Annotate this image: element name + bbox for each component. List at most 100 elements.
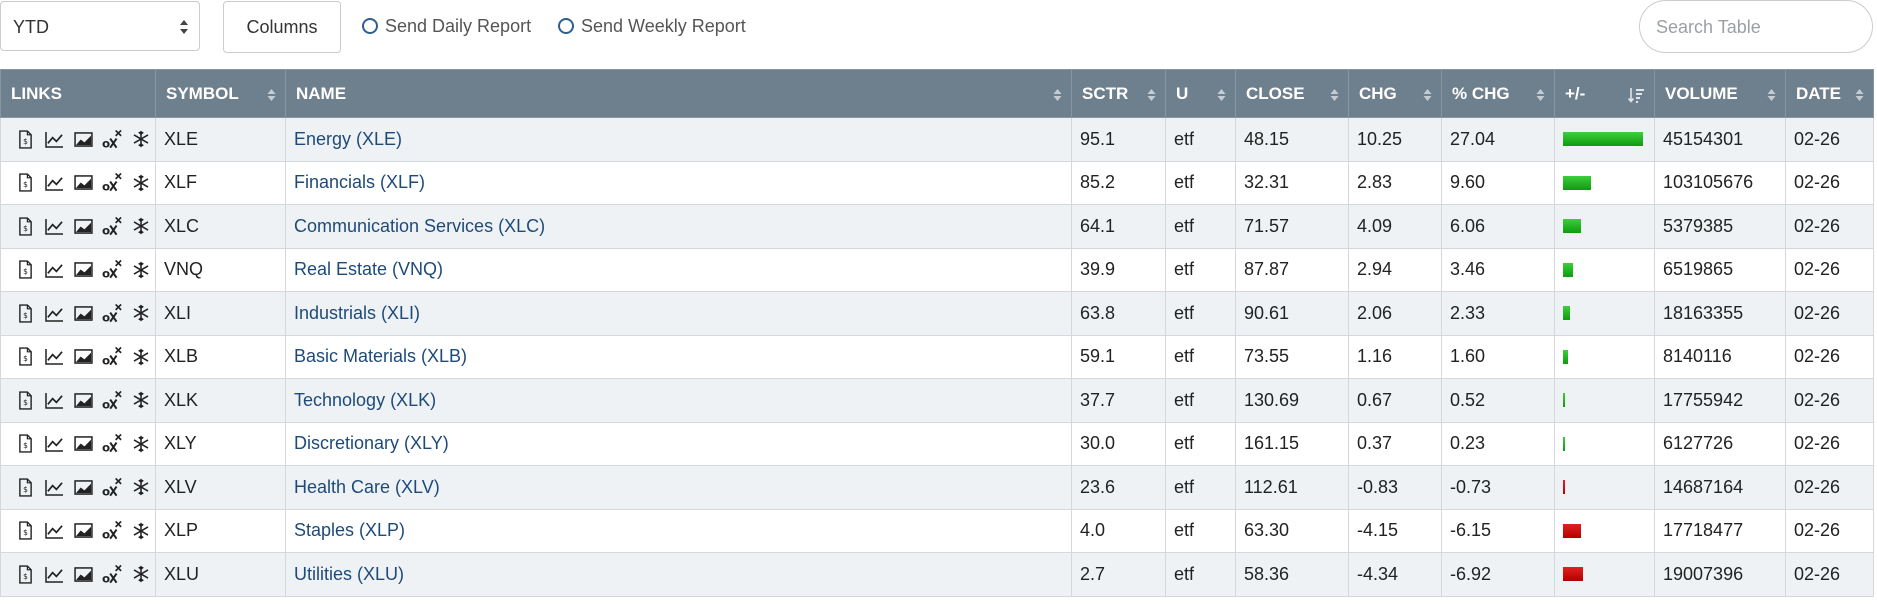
image-chart-icon[interactable]: [73, 302, 93, 324]
column-header-u[interactable]: U: [1165, 69, 1236, 118]
line-chart-icon[interactable]: [44, 215, 64, 237]
send-weekly-report-option[interactable]: Send Weekly Report: [558, 13, 746, 39]
line-chart-icon[interactable]: [44, 346, 64, 368]
table-row[interactable]: $ o XLP Staples (XLP) 4.0 etf 63.30 -4.15 -6.15 1…: [0, 508, 1874, 553]
seasonality-icon[interactable]: [131, 172, 151, 194]
line-chart-icon[interactable]: [44, 259, 64, 281]
option-chain-icon[interactable]: o: [102, 563, 122, 585]
seasonality-icon[interactable]: [131, 563, 151, 585]
seasonality-icon[interactable]: [131, 215, 151, 237]
line-chart-icon[interactable]: [44, 476, 64, 498]
table-row[interactable]: $ o VNQ Real Estate (VNQ) 39.9 etf 87.87 2.94 3.…: [0, 247, 1874, 292]
seasonality-icon[interactable]: [131, 476, 151, 498]
search-table-input[interactable]: [1654, 11, 1858, 43]
document-icon[interactable]: $: [15, 520, 35, 542]
sector-name-link[interactable]: Financials (XLF): [294, 172, 425, 192]
line-chart-icon[interactable]: [44, 302, 64, 324]
period-select[interactable]: YTD: [0, 1, 200, 51]
option-chain-icon[interactable]: o: [102, 215, 122, 237]
document-icon[interactable]: $: [15, 346, 35, 368]
sector-name-link[interactable]: Real Estate (VNQ): [294, 259, 443, 279]
option-chain-icon[interactable]: o: [102, 476, 122, 498]
table-row[interactable]: $ o XLB Basic Materials (XLB) 59.1 etf 73.55 1.…: [0, 334, 1874, 379]
columns-button[interactable]: Columns: [223, 1, 341, 53]
seasonality-icon[interactable]: [131, 433, 151, 455]
sector-name-link[interactable]: Discretionary (XLY): [294, 433, 449, 453]
sort-arrows-icon[interactable]: [1767, 87, 1776, 103]
image-chart-icon[interactable]: [73, 563, 93, 585]
option-chain-icon[interactable]: o: [102, 172, 122, 194]
document-icon[interactable]: $: [15, 215, 35, 237]
document-icon[interactable]: $: [15, 172, 35, 194]
seasonality-icon[interactable]: [131, 302, 151, 324]
sector-name-link[interactable]: Basic Materials (XLB): [294, 346, 467, 366]
document-icon[interactable]: $: [15, 128, 35, 150]
image-chart-icon[interactable]: [73, 520, 93, 542]
seasonality-icon[interactable]: [131, 128, 151, 150]
document-icon[interactable]: $: [15, 563, 35, 585]
table-row[interactable]: $ o XLE Energy (XLE) 95.1 etf 48.15 10.25 27.04 4…: [0, 117, 1874, 162]
sort-arrows-icon[interactable]: [1855, 87, 1864, 103]
document-icon[interactable]: $: [15, 433, 35, 455]
sort-descending-icon[interactable]: [1628, 87, 1644, 103]
line-chart-icon[interactable]: [44, 563, 64, 585]
sort-arrows-icon[interactable]: [267, 87, 276, 103]
radio-button[interactable]: [558, 18, 574, 34]
sector-name-link[interactable]: Utilities (XLU): [294, 564, 404, 584]
sector-name-link[interactable]: Industrials (XLI): [294, 303, 420, 323]
line-chart-icon[interactable]: [44, 128, 64, 150]
sector-name-link[interactable]: Staples (XLP): [294, 520, 405, 540]
table-row[interactable]: $ o XLC Communication Services (XLC) 64.1 etf…: [0, 204, 1874, 249]
sort-arrows-icon[interactable]: [1423, 87, 1432, 103]
image-chart-icon[interactable]: [73, 433, 93, 455]
option-chain-icon[interactable]: o: [102, 433, 122, 455]
table-row[interactable]: $ o XLI Industrials (XLI) 63.8 etf 90.61 2.06 2.…: [0, 291, 1874, 336]
sector-name-link[interactable]: Technology (XLK): [294, 390, 436, 410]
sector-name-link[interactable]: Health Care (XLV): [294, 477, 440, 497]
column-header-symbol[interactable]: SYMBOL: [155, 69, 286, 118]
option-chain-icon[interactable]: o: [102, 259, 122, 281]
line-chart-icon[interactable]: [44, 433, 64, 455]
column-header-close[interactable]: CLOSE: [1235, 69, 1349, 118]
sort-arrows-icon[interactable]: [1536, 87, 1545, 103]
document-icon[interactable]: $: [15, 259, 35, 281]
column-header-pct-chg[interactable]: % CHG: [1441, 69, 1555, 118]
column-header-date[interactable]: DATE: [1785, 69, 1874, 118]
image-chart-icon[interactable]: [73, 128, 93, 150]
image-chart-icon[interactable]: [73, 346, 93, 368]
column-header-volume[interactable]: VOLUME: [1654, 69, 1786, 118]
send-daily-report-option[interactable]: Send Daily Report: [362, 13, 531, 39]
table-row[interactable]: $ o XLY Discretionary (XLY) 30.0 etf 161.15 0.3…: [0, 421, 1874, 466]
option-chain-icon[interactable]: o: [102, 389, 122, 411]
table-row[interactable]: $ o XLV Health Care (XLV) 23.6 etf 112.61 -0.83…: [0, 465, 1874, 510]
column-header-plus-minus[interactable]: +/-: [1554, 69, 1655, 118]
seasonality-icon[interactable]: [131, 259, 151, 281]
seasonality-icon[interactable]: [131, 520, 151, 542]
image-chart-icon[interactable]: [73, 389, 93, 411]
column-header-name[interactable]: NAME: [285, 69, 1072, 118]
radio-button[interactable]: [362, 18, 378, 34]
option-chain-icon[interactable]: o: [102, 302, 122, 324]
sort-arrows-icon[interactable]: [1217, 87, 1226, 103]
image-chart-icon[interactable]: [73, 259, 93, 281]
table-row[interactable]: $ o XLU Utilities (XLU) 2.7 etf 58.36 -4.34 -6.9…: [0, 552, 1874, 597]
document-icon[interactable]: $: [15, 476, 35, 498]
sector-name-link[interactable]: Communication Services (XLC): [294, 216, 545, 236]
search-table-box[interactable]: [1639, 0, 1873, 53]
line-chart-icon[interactable]: [44, 520, 64, 542]
option-chain-icon[interactable]: o: [102, 128, 122, 150]
image-chart-icon[interactable]: [73, 215, 93, 237]
option-chain-icon[interactable]: o: [102, 346, 122, 368]
sort-arrows-icon[interactable]: [1330, 87, 1339, 103]
image-chart-icon[interactable]: [73, 172, 93, 194]
line-chart-icon[interactable]: [44, 172, 64, 194]
option-chain-icon[interactable]: o: [102, 520, 122, 542]
sort-arrows-icon[interactable]: [1053, 87, 1062, 103]
sort-arrows-icon[interactable]: [1147, 87, 1156, 103]
seasonality-icon[interactable]: [131, 389, 151, 411]
document-icon[interactable]: $: [15, 389, 35, 411]
table-row[interactable]: $ o XLF Financials (XLF) 85.2 etf 32.31 2.83 9.6…: [0, 160, 1874, 205]
line-chart-icon[interactable]: [44, 389, 64, 411]
column-header-sctr[interactable]: SCTR: [1071, 69, 1166, 118]
sector-name-link[interactable]: Energy (XLE): [294, 129, 402, 149]
